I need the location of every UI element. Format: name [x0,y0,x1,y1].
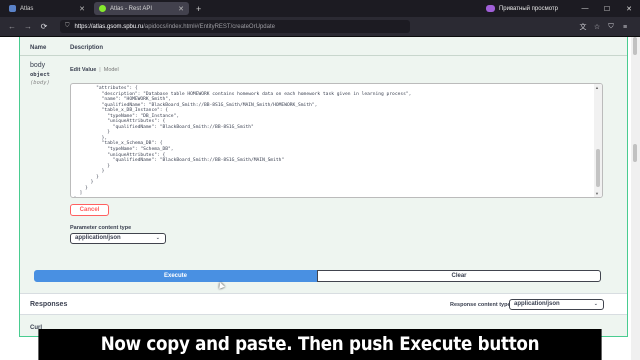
response-content-type-value: application/json [514,301,560,307]
url-bar[interactable]: ⛉ https://atlas.gsom.spbu.ru /apidocs/in… [60,20,410,33]
chevron-down-icon: ⌄ [593,301,598,307]
translate-icon[interactable]: 文 [576,22,590,32]
json-code[interactable]: "attributes": { "description": "Database… [74,86,411,198]
tab-label: Atlas - Rest API [110,5,153,12]
code-line: } [74,197,411,198]
app-window: Atlas ✕ Atlas - Rest API ✕ + Приватный п… [0,0,640,360]
param-name: body [30,62,46,69]
parameters-header-description: Description [70,45,104,51]
tab-atlas[interactable]: Atlas ✕ [4,2,90,15]
body-textarea[interactable]: "attributes": { "description": "Database… [70,83,603,198]
toolbar-right: 文 ☆ ⛉ ≡ [576,17,632,37]
param-location: (body) [30,80,50,86]
header-divider [20,55,627,56]
page-content: Name Description body object (body) Edit… [0,37,640,360]
close-window-button[interactable]: ✕ [618,5,640,13]
url-path: /apidocs/index.html#/EntityREST/createOr… [143,23,275,30]
forward-button[interactable]: → [20,22,36,31]
reload-button[interactable]: ⟳ [36,22,52,31]
private-mask-icon [485,5,495,12]
tab-bar: Atlas ✕ Atlas - Rest API ✕ + Приватный п… [0,0,640,17]
param-tabs: Edit Value | Model [70,67,119,73]
editor-scrollbar[interactable]: ▲ ▼ [594,84,602,197]
new-tab-button[interactable]: + [196,4,201,14]
parameter-content-type-value: application/json [75,235,121,241]
private-browsing-indicator: Приватный просмотр [485,5,558,12]
shield-icon[interactable]: ⛉ [65,23,70,30]
url-host: https://atlas.gsom.spbu.ru [74,23,144,30]
bookmark-star-icon[interactable]: ☆ [590,23,604,31]
tab-separator: | [99,67,101,73]
close-tab-icon[interactable]: ✕ [178,5,184,13]
tab-model[interactable]: Model [104,67,119,73]
responses-title: Responses [30,301,68,308]
maximize-button[interactable]: ☐ [596,5,618,13]
responses-bar: Responses Response content type applicat… [20,293,627,315]
operation-panel: Name Description body object (body) Edit… [19,37,628,337]
param-type: object [30,72,50,78]
back-button[interactable]: ← [4,22,20,31]
cancel-button[interactable]: Cancel [70,204,109,216]
menu-icon[interactable]: ≡ [618,24,632,31]
parameter-content-type-select[interactable]: application/json ⌄ [70,233,166,244]
parameters-header-name: Name [30,45,47,51]
atlas-favicon-icon [9,5,16,12]
window-controls: Приватный просмотр — ☐ ✕ [485,0,640,17]
chevron-down-icon: ⌄ [155,235,160,241]
private-label: Приватный просмотр [498,5,558,12]
pocket-shield-icon[interactable]: ⛉ [604,23,618,31]
editor-scroll-thumb[interactable] [596,149,600,187]
tab-atlas-rest-api[interactable]: Atlas - Rest API ✕ [94,2,189,15]
tab-label: Atlas [20,5,34,12]
response-content-type-select[interactable]: application/json ⌄ [509,299,604,310]
execute-button[interactable]: Execute [34,270,317,282]
scroll-down-icon[interactable]: ▼ [595,191,599,196]
minimize-button[interactable]: — [574,5,596,12]
close-tab-icon[interactable]: ✕ [79,5,85,13]
tab-edit-value[interactable]: Edit Value [70,67,96,73]
scroll-up-icon[interactable]: ▲ [595,85,599,90]
swagger-favicon-icon [99,5,106,12]
page-scrollbar[interactable] [631,37,640,360]
navigation-bar: ← → ⟳ ⛉ https://atlas.gsom.spbu.ru /apid… [0,17,640,37]
parameter-content-type-label: Parameter content type [70,225,132,231]
page-scroll-grip[interactable] [633,144,637,162]
video-caption: Now copy and paste. Then push Execute bu… [38,329,602,360]
page-scroll-grip[interactable] [633,37,637,55]
clear-button[interactable]: Clear [317,270,601,282]
response-content-type-label: Response content type [450,302,511,308]
mouse-cursor-icon [217,281,225,289]
